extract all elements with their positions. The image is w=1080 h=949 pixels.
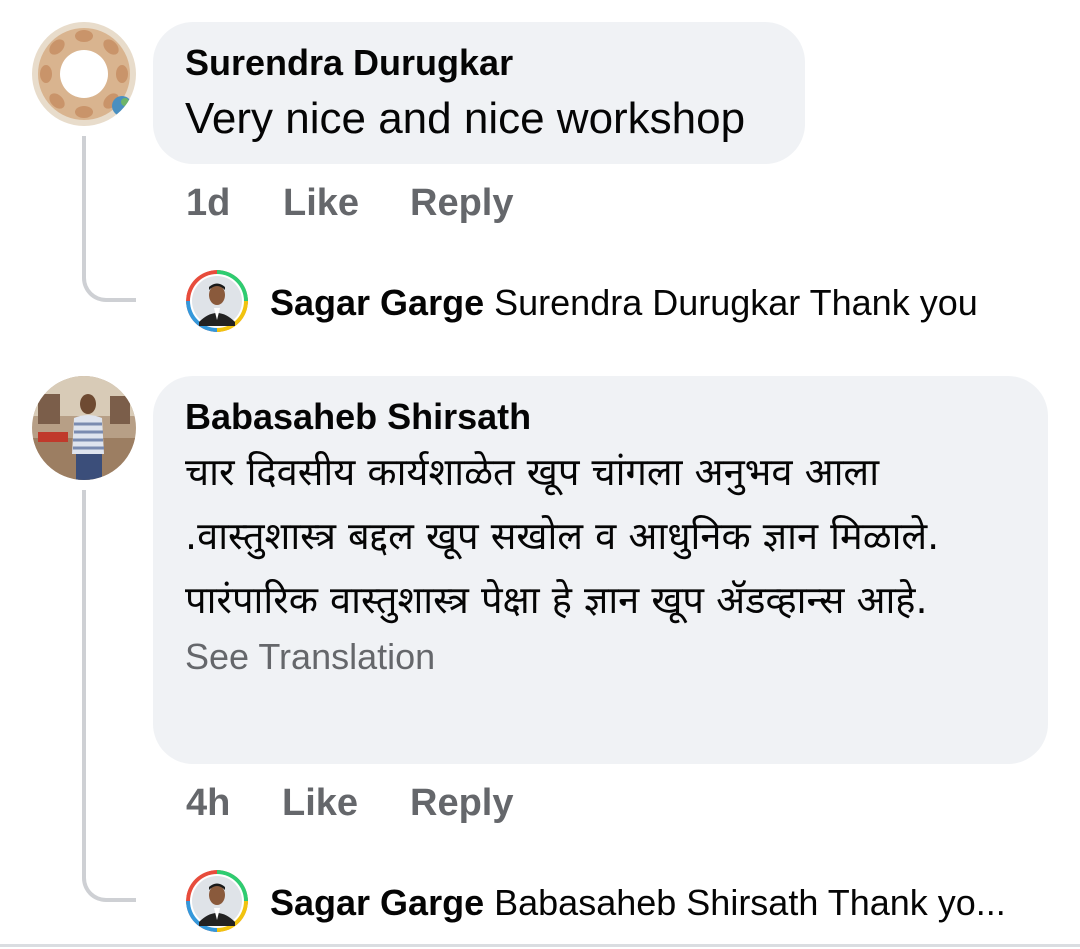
comment-timestamp[interactable]: 4h — [186, 780, 230, 826]
like-button[interactable]: Like — [282, 780, 358, 826]
bottom-divider — [0, 944, 1080, 947]
reply-text: Surendra Durugkar Thank you — [494, 282, 978, 323]
profile-photo-icon — [32, 376, 136, 480]
reply-button[interactable]: Reply — [410, 180, 513, 226]
reply-row: Sagar Garge Babasaheb Shirsath Thank yo.… — [270, 880, 1006, 926]
thread-line — [82, 490, 136, 902]
reply-text: Babasaheb Shirsath Thank yo... — [494, 882, 1006, 923]
reply-button[interactable]: Reply — [410, 780, 513, 826]
comment-author[interactable]: Surendra Durugkar — [185, 40, 773, 86]
reply-author[interactable]: Sagar Garge — [270, 882, 484, 923]
comment-timestamp[interactable]: 1d — [186, 180, 230, 226]
comment-text: चार दिवसीय कार्यशाळेत खूप चांगला अनुभव आ… — [185, 450, 940, 622]
avatar[interactable] — [32, 22, 136, 126]
reply-avatar[interactable] — [186, 270, 248, 332]
see-translation-link[interactable]: See Translation — [185, 632, 1016, 682]
reply-row: Sagar Garge Surendra Durugkar Thank you — [270, 280, 978, 326]
profile-photo-icon — [186, 870, 248, 932]
reply-author[interactable]: Sagar Garge — [270, 282, 484, 323]
comment-bubble: Surendra Durugkar Very nice and nice wor… — [153, 22, 805, 164]
profile-photo-icon — [186, 270, 248, 332]
comment-author[interactable]: Babasaheb Shirsath — [185, 394, 1016, 440]
comment-text: Very nice and nice workshop — [185, 94, 746, 143]
reply-avatar[interactable] — [186, 870, 248, 932]
avatar[interactable] — [32, 376, 136, 480]
thread-line — [82, 136, 136, 302]
comment-bubble: Babasaheb Shirsath चार दिवसीय कार्यशाळेत… — [153, 376, 1048, 764]
like-button[interactable]: Like — [283, 180, 359, 226]
circle-of-hands-icon — [32, 22, 136, 126]
